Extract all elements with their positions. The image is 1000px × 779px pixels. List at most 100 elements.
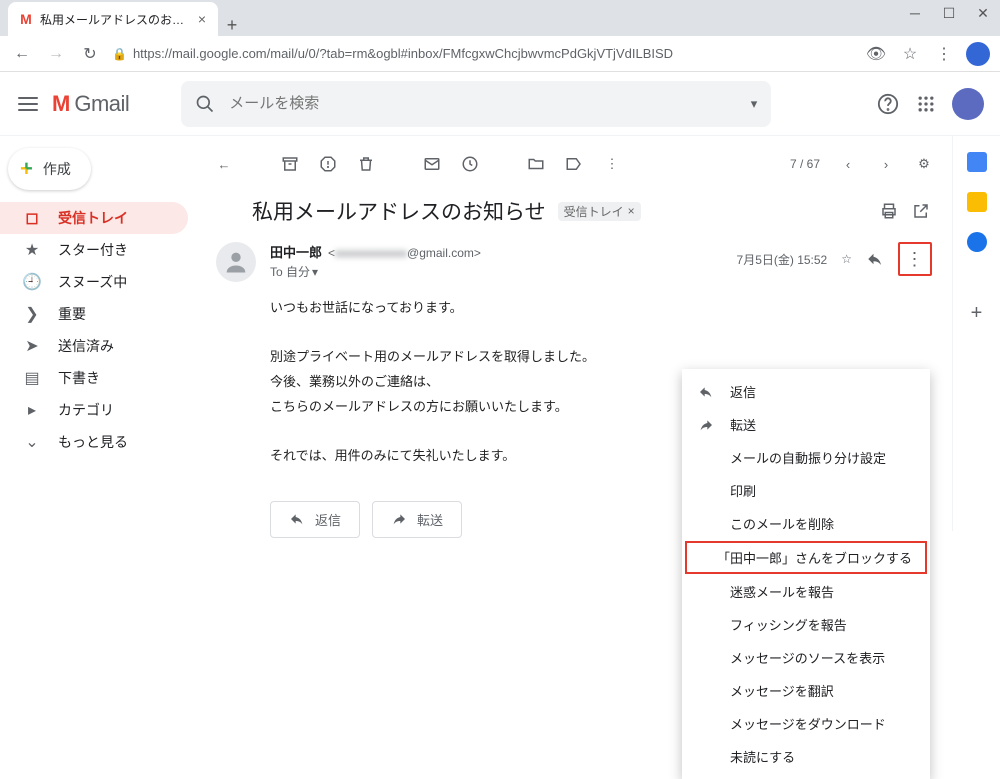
tasks-icon[interactable] [967,232,987,252]
reply-arrow-icon [289,511,305,527]
menu-translate[interactable]: メッセージを翻訳 [682,674,930,707]
nav-label: 受信トレイ [58,208,128,228]
menu-print[interactable]: 印刷 [682,474,930,507]
move-to-icon[interactable] [526,154,546,174]
menu-filter[interactable]: メールの自動振り分け設定 [682,441,930,474]
search-input[interactable] [229,95,736,112]
reply-arrow-icon[interactable] [866,250,884,268]
spam-icon[interactable] [318,154,338,174]
message-toolbar: ← ⋮ 7 / 67 ‹ › ⚙ [204,140,944,188]
menu-label: メールの自動振り分け設定 [730,448,886,467]
gmail-favicon-icon: M [18,11,34,27]
url-display[interactable]: 🔒 https://mail.google.com/mail/u/0/?tab=… [112,46,854,61]
search-options-icon[interactable]: ▾ [751,96,758,112]
nav-reload-icon[interactable]: ↻ [78,42,102,66]
menu-label: 転送 [730,415,756,434]
gmail-header: M Gmail ▾ [0,72,1000,136]
nav-label: もっと見る [58,432,128,452]
help-icon[interactable] [876,92,900,116]
sidebar-item-snoozed[interactable]: 🕘 スヌーズ中 [0,266,188,298]
eye-icon[interactable]: 👁 [864,42,888,66]
message-more-menu-button[interactable]: ⋮ [898,242,932,276]
message-meta-row: 田中一郎 <xxxxxxxxxxxx@gmail.com> To 自分 ▾ 7月… [204,242,944,282]
window-minimize-button[interactable]: ─ [898,0,932,26]
nav-label: スター付き [58,240,128,260]
calendar-icon[interactable] [967,152,987,172]
reply-button[interactable]: 返信 [270,501,360,538]
message-header-row: 私用メールアドレスのお知らせ 受信トレイ × [204,188,944,242]
back-arrow-icon[interactable]: ← [214,154,234,174]
menu-forward[interactable]: 転送 [682,408,930,441]
menu-delete[interactable]: このメールを削除 [682,507,930,540]
nav-label: スヌーズ中 [58,272,127,292]
menu-report-spam[interactable]: 迷惑メールを報告 [682,575,930,608]
mark-unread-icon[interactable] [422,154,442,174]
print-icon[interactable] [880,202,900,220]
window-maximize-button[interactable]: ☐ [932,0,966,26]
nav-label: 重要 [58,304,86,324]
menu-label: 未読にする [730,747,795,766]
bookmark-icon[interactable]: ☆ [898,42,922,66]
nav-back-icon[interactable]: ← [10,42,34,66]
delete-icon[interactable] [356,154,376,174]
prev-message-icon[interactable]: ‹ [838,154,858,174]
label-icon[interactable] [564,154,584,174]
sender-avatar[interactable] [216,242,256,282]
menu-mark-unread[interactable]: 未読にする [682,740,930,773]
star-icon: ★ [22,240,42,260]
label-chip-remove-icon[interactable]: × [628,204,635,218]
gmail-m-icon: M [52,91,70,117]
menu-report-phishing[interactable]: フィッシングを報告 [682,608,930,641]
forward-label: 転送 [417,510,443,529]
menu-reply[interactable]: 返信 [682,375,930,408]
nav-label: 送信済み [58,336,114,356]
forward-button[interactable]: 転送 [372,501,462,538]
sidebar-item-sent[interactable]: ➤ 送信済み [0,330,188,362]
sidebar-item-starred[interactable]: ★ スター付き [0,234,188,266]
chrome-menu-icon[interactable]: ⋮ [932,42,956,66]
main-menu-icon[interactable] [16,92,40,116]
label-chip-text: 受信トレイ [564,203,624,220]
open-new-window-icon[interactable] [912,202,932,220]
star-icon[interactable]: ☆ [841,252,852,266]
compose-label: 作成 [43,159,71,179]
tab-close-icon[interactable]: × [196,11,208,27]
gmail-logo[interactable]: M Gmail [52,91,129,117]
chevron-right-icon: ▸ [22,400,42,420]
browser-tab[interactable]: M 私用メールアドレスのお知らせ - × [8,2,218,36]
sent-icon: ➤ [22,336,42,356]
body-line: いつもお世話になっております。 [270,296,932,321]
next-message-icon[interactable]: › [876,154,896,174]
sidebar-item-important[interactable]: ❯ 重要 [0,298,188,330]
chevron-down-icon[interactable]: ▾ [312,265,318,279]
sidebar-item-drafts[interactable]: ▤ 下書き [0,362,188,394]
sidebar-item-more[interactable]: ⌄ もっと見る [0,426,188,458]
menu-label: メッセージのソースを表示 [730,648,885,667]
compose-button[interactable]: + 作成 [8,148,91,190]
inbox-label-chip[interactable]: 受信トレイ × [558,202,641,221]
more-toolbar-icon[interactable]: ⋮ [602,154,622,174]
nav-forward-icon[interactable]: → [44,42,68,66]
addons-plus-icon[interactable]: + [971,302,983,325]
search-icon[interactable] [195,94,215,114]
apps-grid-icon[interactable] [914,92,938,116]
settings-gear-icon[interactable]: ⚙ [914,154,934,174]
recipient-line[interactable]: To 自分 ▾ [270,263,723,280]
message-pane: ← ⋮ 7 / 67 ‹ › ⚙ 私用メールアドレスのお知らせ 受信トレイ × [200,136,952,531]
window-close-button[interactable]: ✕ [966,0,1000,26]
new-tab-button[interactable]: + [218,15,246,36]
browser-profile-avatar[interactable] [966,42,990,66]
menu-download[interactable]: メッセージをダウンロード [682,707,930,740]
menu-block-sender[interactable]: 「田中一郎」さんをブロックする [685,541,927,574]
sidebar-item-inbox[interactable]: ◻ 受信トレイ [0,202,188,234]
nav-label: 下書き [58,368,100,388]
snooze-icon[interactable] [460,154,480,174]
menu-show-source[interactable]: メッセージのソースを表示 [682,641,930,674]
keep-icon[interactable] [967,192,987,212]
important-icon: ❯ [22,304,42,324]
url-text: https://mail.google.com/mail/u/0/?tab=rm… [133,46,673,61]
archive-icon[interactable] [280,154,300,174]
account-avatar[interactable] [952,88,984,120]
search-bar[interactable]: ▾ [181,81,771,127]
sidebar-item-categories[interactable]: ▸ カテゴリ [0,394,188,426]
